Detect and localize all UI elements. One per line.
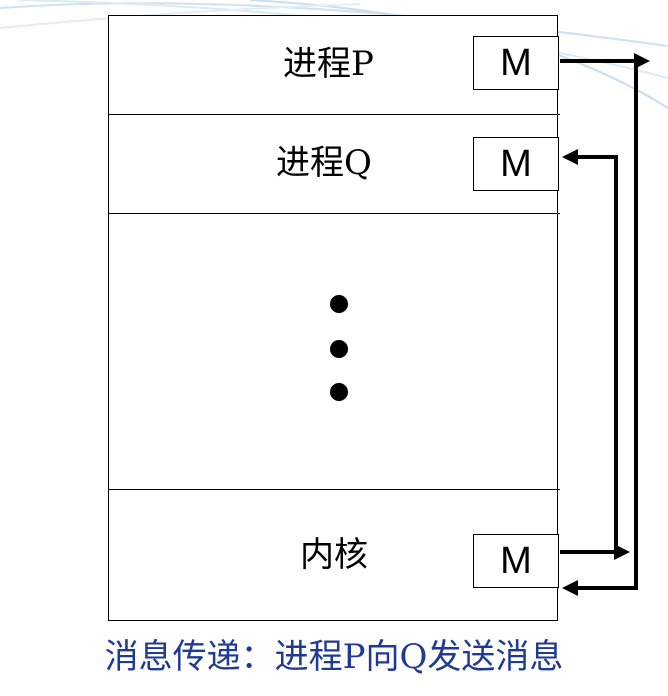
ellipsis-dot	[330, 340, 348, 358]
arrowhead-kernel-left	[562, 580, 578, 596]
process-q-label: 进程Q	[276, 143, 372, 183]
ellipsis-dot	[330, 383, 348, 401]
process-p-message-box: M	[473, 36, 559, 90]
memory-block	[108, 15, 558, 621]
arrow-kernel-to-q	[560, 155, 618, 554]
process-p-label: 进程P	[283, 44, 374, 84]
caption: 消息传递：进程P向Q发送消息	[104, 637, 564, 677]
divider-gap-kernel	[108, 489, 560, 490]
divider-p-q	[108, 114, 560, 115]
process-q-message-box: M	[473, 137, 559, 191]
arrowhead-q-left	[562, 149, 578, 165]
kernel-label: 内核	[300, 535, 368, 575]
arrowhead-kernel-right	[614, 544, 630, 560]
ellipsis-dot	[330, 295, 348, 313]
kernel-message-box: M	[473, 534, 559, 588]
arrow-p-to-kernel	[560, 59, 638, 590]
arrowhead-p-right	[634, 53, 650, 69]
divider-q-gap	[108, 213, 560, 214]
